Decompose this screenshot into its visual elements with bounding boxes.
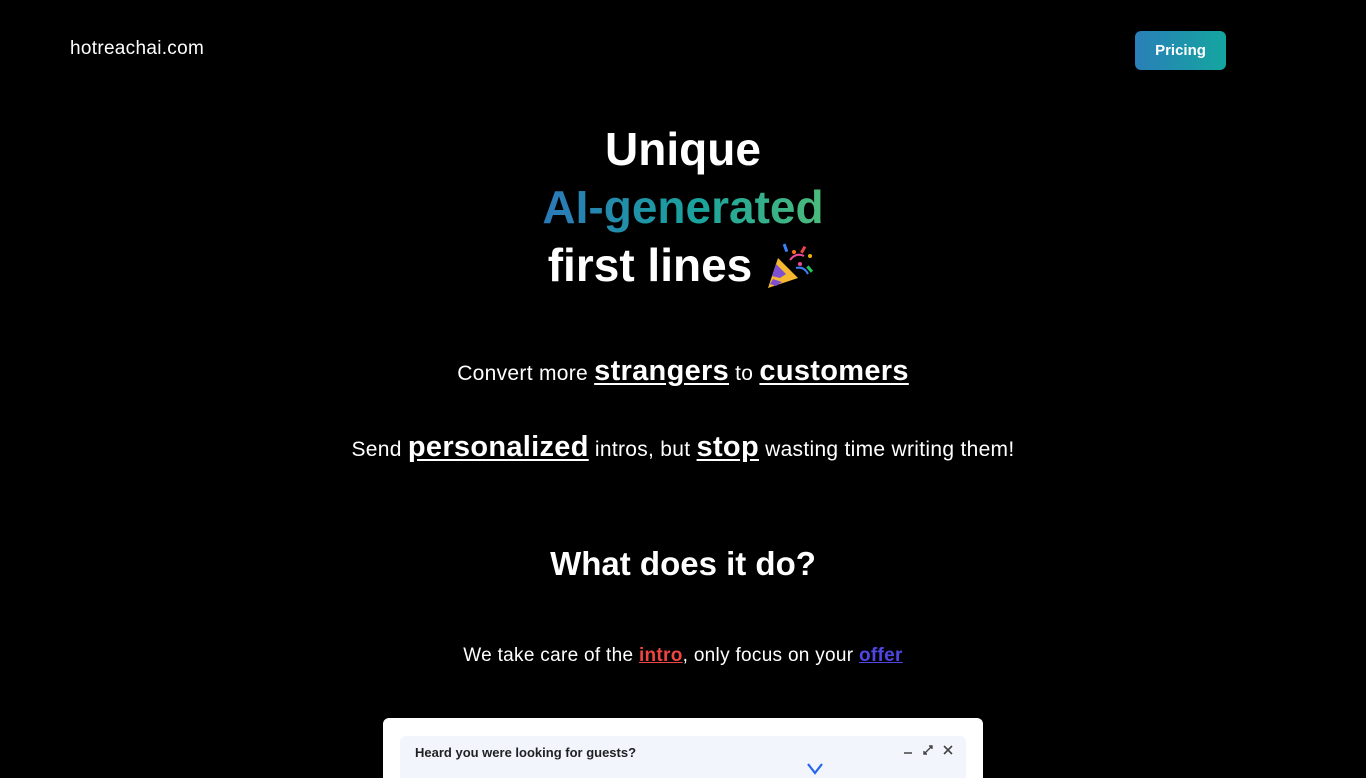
tagline-send: Send personalized intros, but stop wasti… bbox=[0, 431, 1366, 464]
hero-headline: Unique AI-generated first lines bbox=[0, 120, 1366, 294]
hero-line-1: Unique bbox=[605, 123, 761, 175]
tagline-text: wasting time writing them! bbox=[758, 438, 1015, 461]
expand-icon[interactable] bbox=[922, 744, 934, 756]
cursor-chevron-icon bbox=[807, 763, 823, 775]
close-icon[interactable] bbox=[942, 744, 954, 756]
hero-line-3: first lines bbox=[547, 239, 753, 291]
intro-link[interactable]: intro bbox=[639, 645, 683, 666]
tagline-text: intros, but bbox=[588, 438, 697, 461]
stop-link[interactable]: stop bbox=[697, 431, 759, 463]
tagline-text: Convert more bbox=[457, 362, 595, 385]
pricing-button[interactable]: Pricing bbox=[1135, 31, 1226, 70]
focus-line: We take care of the intro, only focus on… bbox=[0, 645, 1366, 667]
party-popper-icon bbox=[768, 243, 814, 288]
window-controls bbox=[902, 744, 954, 756]
top-navbar: hotreachai.com Pricing bbox=[0, 0, 1366, 100]
email-subject: Heard you were looking for guests? bbox=[415, 745, 637, 760]
site-brand-link[interactable]: hotreachai.com bbox=[70, 38, 204, 60]
personalized-link[interactable]: personalized bbox=[408, 431, 589, 463]
section-title: What does it do? bbox=[550, 545, 816, 582]
focus-text: We take care of the bbox=[463, 645, 639, 666]
strangers-link[interactable]: strangers bbox=[594, 355, 729, 387]
hero-line-2: AI-generated bbox=[542, 181, 824, 233]
compose-window: Heard you were looking for guests? bbox=[400, 736, 966, 778]
minimize-icon[interactable] bbox=[902, 744, 914, 756]
tagline-text: Send bbox=[351, 438, 408, 461]
tagline-convert: Convert more strangers to customers bbox=[0, 355, 1366, 388]
email-preview-card: Heard you were looking for guests? bbox=[383, 718, 983, 778]
customers-link[interactable]: customers bbox=[759, 355, 908, 387]
tagline-text: to bbox=[729, 362, 760, 385]
offer-link[interactable]: offer bbox=[859, 645, 903, 666]
focus-text: , only focus on your bbox=[682, 645, 859, 666]
